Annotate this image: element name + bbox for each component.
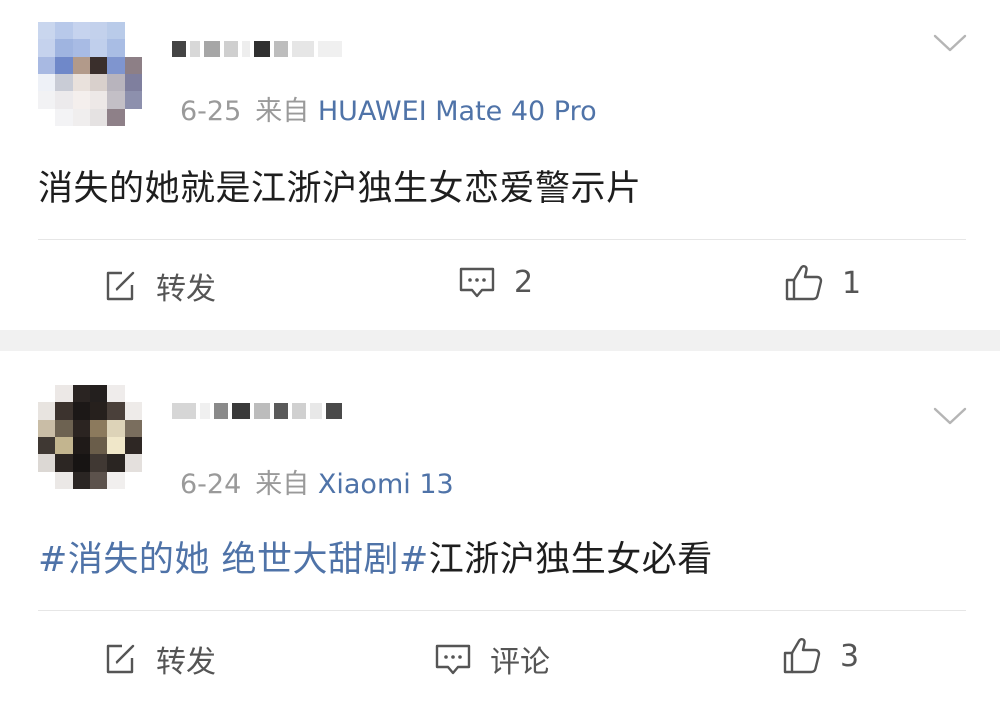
post-content: 消失的她就是江浙沪独生女恋爱警示片 <box>38 169 642 209</box>
username-blurred[interactable] <box>172 396 346 426</box>
repost-button[interactable]: 转发 <box>102 637 216 681</box>
post-date: 6-25 <box>180 96 242 127</box>
username-blurred[interactable] <box>172 34 346 64</box>
post-date: 6-24 <box>180 469 242 500</box>
comment-bubble-icon <box>435 644 471 675</box>
hashtag-link[interactable]: #消失的她 绝世大甜剧# <box>38 540 429 580</box>
comment-bubble-icon <box>459 267 495 298</box>
source-label: 来自 <box>255 96 310 127</box>
avatar[interactable] <box>38 385 142 489</box>
weibo-post: 6-25 来自 HUAWEI Mate 40 Pro 消失的她就是江浙沪独生女恋爱… <box>0 0 1000 330</box>
post-meta: 6-25 来自 HUAWEI Mate 40 Pro <box>180 89 597 128</box>
device-source[interactable]: HUAWEI Mate 40 Pro <box>318 96 597 127</box>
divider <box>38 610 966 611</box>
device-source[interactable]: Xiaomi 13 <box>318 469 454 500</box>
avatar[interactable] <box>38 22 142 126</box>
weibo-post: 6-24 来自 Xiaomi 13 #消失的她 绝世大甜剧#江浙沪独生女必看 转发… <box>0 351 1000 708</box>
post-text: 江浙沪独生女必看 <box>428 540 713 580</box>
repost-label: 转发 <box>156 645 216 680</box>
repost-button[interactable]: 转发 <box>102 264 216 308</box>
comment-button[interactable]: 2 <box>458 264 533 300</box>
thumbs-up-icon <box>785 265 823 301</box>
comment-label: 2 <box>514 264 534 300</box>
chevron-down-icon[interactable] <box>932 405 968 427</box>
divider <box>38 239 966 240</box>
like-button[interactable]: 1 <box>784 264 861 302</box>
thumbs-up-icon <box>783 638 821 674</box>
like-count: 1 <box>842 265 862 301</box>
comment-button[interactable]: 评论 <box>434 637 550 681</box>
comment-label: 评论 <box>490 645 550 680</box>
like-count: 3 <box>840 638 860 674</box>
edit-square-icon <box>106 644 135 674</box>
post-content: #消失的她 绝世大甜剧#江浙沪独生女必看 <box>38 531 713 582</box>
repost-label: 转发 <box>156 272 216 307</box>
chevron-down-icon[interactable] <box>932 32 968 54</box>
source-label: 来自 <box>255 469 310 500</box>
like-button[interactable]: 3 <box>782 637 859 675</box>
edit-square-icon <box>106 271 135 301</box>
post-meta: 6-24 来自 Xiaomi 13 <box>180 462 454 501</box>
